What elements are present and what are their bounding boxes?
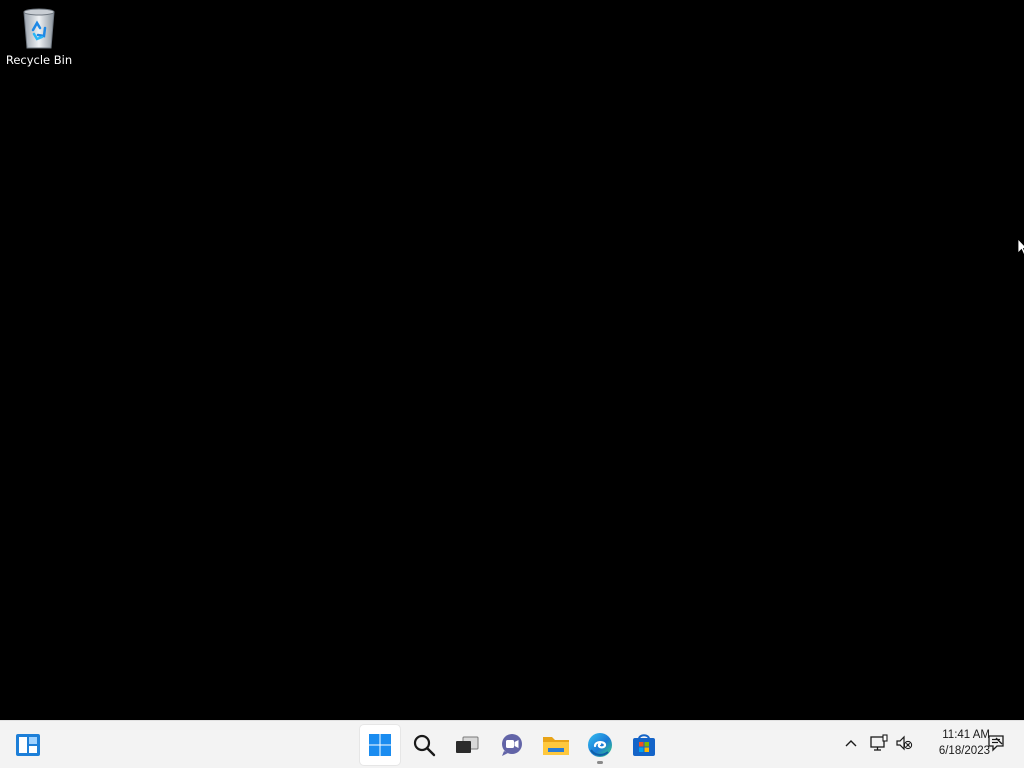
running-indicator [597,761,603,764]
search-button[interactable] [404,725,444,765]
file-explorer-button[interactable] [536,725,576,765]
network-icon [869,734,889,756]
file-explorer-icon [542,733,570,757]
taskbar [0,720,1024,768]
store-icon [631,732,657,758]
volume-button[interactable] [892,733,916,757]
clock-time: 11:41 AM [942,729,990,741]
show-hidden-icons-button[interactable] [839,733,863,757]
edge-button[interactable] [580,725,620,765]
network-status-button[interactable] [867,733,891,757]
recycle-bin-icon [19,6,59,50]
task-view-button[interactable] [447,725,487,765]
teams-chat-icon [499,732,525,758]
start-button[interactable] [360,725,400,765]
desktop[interactable]: Recycle Bin [0,0,1024,720]
task-view-icon [454,734,480,756]
edge-icon [587,732,613,758]
volume-muted-icon [895,734,913,756]
taskbar-clock[interactable]: 11:41 AM 6/18/2023 [918,727,990,759]
store-button[interactable] [624,725,664,765]
clock-date: 6/18/2023 [938,745,990,757]
chat-button[interactable] [492,725,532,765]
windows-start-icon [368,733,392,757]
widgets-icon [15,733,41,757]
chevron-up-icon [843,735,859,755]
search-icon [412,733,436,757]
recycle-bin-label: Recycle Bin [5,53,73,67]
desktop-icon-recycle-bin[interactable]: Recycle Bin [4,6,74,76]
mouse-cursor-icon [1017,237,1024,256]
widgets-button[interactable] [8,725,48,765]
